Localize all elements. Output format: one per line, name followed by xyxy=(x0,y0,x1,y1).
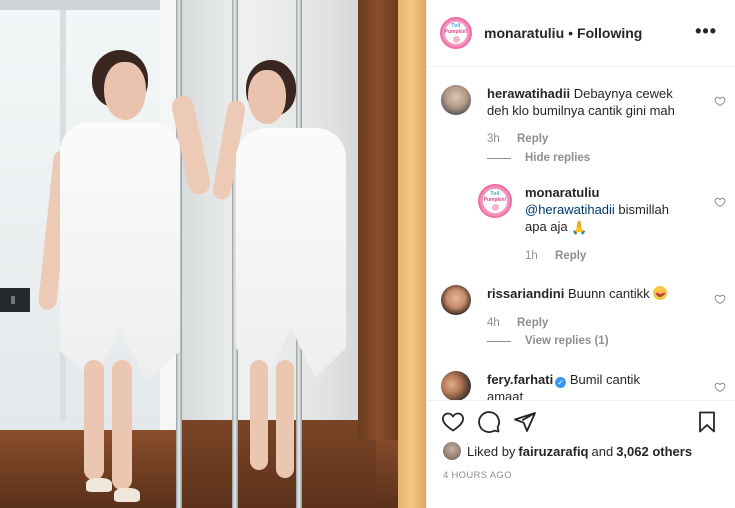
following-button[interactable]: Following xyxy=(577,25,642,41)
more-dots-icon[interactable]: ••• xyxy=(695,22,717,40)
reply-button[interactable]: Reply xyxy=(517,133,548,145)
comment-time[interactable]: 4h xyxy=(487,317,500,329)
likes-others-count[interactable]: 3,062 others xyxy=(616,444,692,459)
comment-time[interactable]: 1h xyxy=(525,250,538,262)
header-separator: • xyxy=(568,25,574,41)
likes-prefix: Liked by xyxy=(467,443,516,459)
wall-switch xyxy=(0,288,30,312)
author-username[interactable]: monaratuliu xyxy=(484,25,564,41)
reply-button[interactable]: Reply xyxy=(517,317,548,329)
small-heart-icon[interactable] xyxy=(714,381,726,393)
reply-button[interactable]: Reply xyxy=(555,250,586,262)
comment-time[interactable]: 3h xyxy=(487,133,500,145)
likes-summary: Liked by fairuzarafiq and 3,062 others xyxy=(443,442,695,460)
wooden-door xyxy=(358,0,398,440)
post-header: Toll Pumpkin! monaratuliu • Following ••… xyxy=(427,0,735,67)
post-sidebar: Toll Pumpkin! monaratuliu • Following ••… xyxy=(426,0,735,508)
comments-list[interactable]: herawatihadii Debaynya cewek deh klo bum… xyxy=(427,67,735,400)
comment-body: rissariandini Buunn cantikk xyxy=(487,285,697,304)
liker-username[interactable]: fairuzarafiq xyxy=(518,444,588,459)
comment-item: fery.farhati ✓ Bumil cantik amaat xyxy=(441,371,726,400)
small-heart-icon[interactable] xyxy=(714,196,726,208)
commenter-avatar[interactable] xyxy=(441,85,471,115)
liker-avatar[interactable] xyxy=(443,442,461,460)
heart-outline-icon[interactable] xyxy=(441,410,465,434)
hide-replies-label: Hide replies xyxy=(525,152,591,164)
comment-username[interactable]: herawatihadii xyxy=(487,86,570,101)
likes-conjunction: and xyxy=(591,443,614,459)
view-replies-label: View replies (1) xyxy=(525,335,609,347)
reply-author-avatar[interactable]: Toll Pumpkin! xyxy=(478,184,512,218)
post-photo[interactable] xyxy=(0,0,426,508)
comment-text: Buunn cantikk xyxy=(567,286,654,301)
small-heart-icon[interactable] xyxy=(714,95,726,107)
paper-plane-icon[interactable] xyxy=(513,410,537,434)
small-heart-icon[interactable] xyxy=(714,293,726,305)
comment-username[interactable]: rissariandini xyxy=(487,286,564,301)
comment-mention[interactable]: @herawatihadii xyxy=(525,202,615,217)
avatar-text-bottom: Pumpkin! xyxy=(483,197,507,203)
author-avatar[interactable]: Toll Pumpkin! xyxy=(440,17,472,49)
comment-body: fery.farhati ✓ Bumil cantik amaat xyxy=(487,371,677,400)
comment-bubble-icon[interactable] xyxy=(477,410,501,434)
comment-username[interactable]: fery.farhati xyxy=(487,372,553,387)
heart-eyes-emoji xyxy=(653,286,668,304)
hide-replies-button[interactable]: Hide replies xyxy=(487,152,590,164)
reply-item: Toll Pumpkin! monaratuliu @herawatihadii… xyxy=(478,184,726,264)
comment-body: monaratuliu @herawatihadii bismillah apa… xyxy=(525,184,675,236)
comment-body: herawatihadii Debaynya cewek deh klo bum… xyxy=(487,85,697,119)
commenter-avatar[interactable] xyxy=(441,371,471,400)
wall-edge xyxy=(398,0,426,508)
comment-meta: 4h Reply xyxy=(487,317,548,329)
comment-username[interactable]: monaratuliu xyxy=(525,185,599,200)
avatar-text-bottom: Pumpkin! xyxy=(444,29,468,35)
commenter-avatar[interactable] xyxy=(441,285,471,315)
comment-meta: 1h Reply xyxy=(525,250,586,262)
comment-meta: 3h Reply xyxy=(487,133,548,145)
praying-hands-emoji: 🙏 xyxy=(571,220,588,235)
post-timestamp[interactable]: 4 HOURS AGO xyxy=(443,470,512,481)
bookmark-icon[interactable] xyxy=(695,410,719,434)
verified-badge-icon: ✓ xyxy=(555,377,567,388)
view-replies-button[interactable]: View replies (1) xyxy=(487,335,609,347)
